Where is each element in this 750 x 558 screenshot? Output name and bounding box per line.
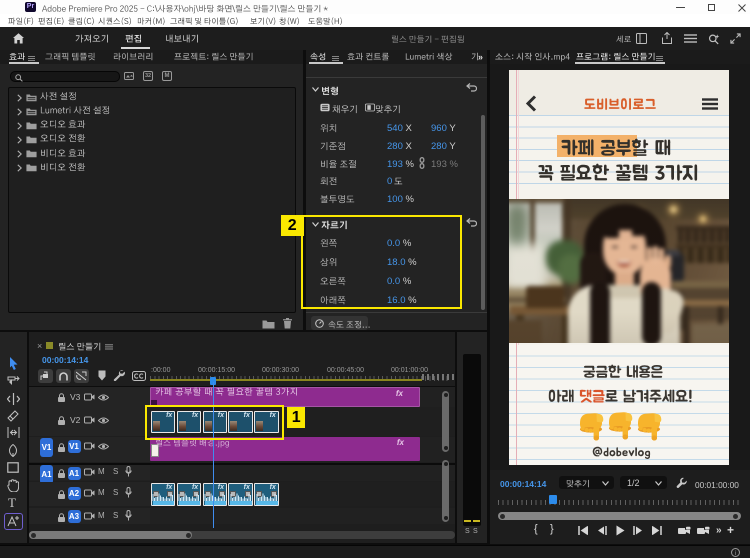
svg-text:i: i [735, 550, 736, 557]
